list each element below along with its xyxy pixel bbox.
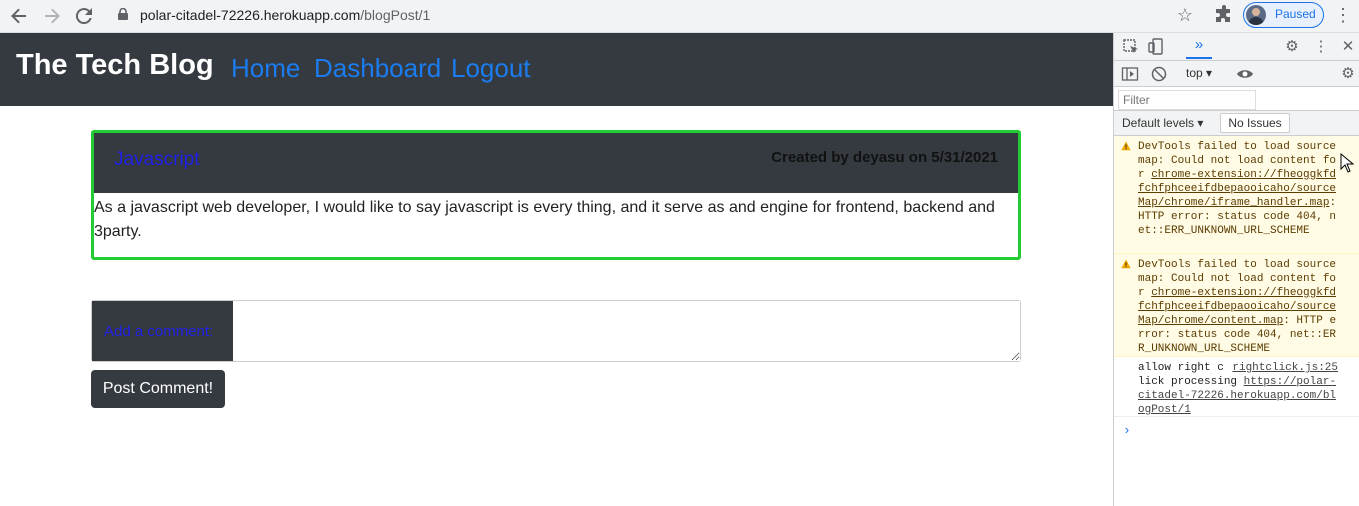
settings-icon[interactable]: ⚙	[1283, 38, 1301, 56]
console-message-warning: DevTools failed to load source map: Coul…	[1114, 136, 1359, 254]
mouse-cursor-icon	[1340, 153, 1354, 173]
back-icon[interactable]	[7, 4, 31, 28]
console-settings-icon[interactable]: ⚙	[1339, 65, 1357, 83]
close-icon[interactable]: ✕	[1339, 38, 1357, 56]
source-map-link[interactable]: chrome-extension://fheoggkfdfchfphceeifd…	[1138, 169, 1336, 209]
url-path: /blogPost/1	[360, 7, 431, 23]
message-text: DevTools failed to load source map: Coul…	[1138, 258, 1338, 356]
forward-icon[interactable]	[40, 4, 64, 28]
site-title: The Tech Blog	[16, 49, 214, 81]
more-options-icon[interactable]: ⋮	[1312, 38, 1330, 56]
console-message-log: rightclick.js:25 allow right click proces…	[1114, 357, 1359, 417]
browser-toolbar: polar-citadel-72226.herokuapp.com/blogPo…	[0, 0, 1359, 33]
web-page: The Tech Blog Home Dashboard Logout Java…	[0, 33, 1113, 506]
extensions-icon[interactable]	[1213, 4, 1235, 26]
filter-input[interactable]	[1118, 90, 1256, 110]
comment-input[interactable]	[233, 301, 1020, 361]
star-icon[interactable]: ☆	[1174, 4, 1196, 26]
console-message-warning: DevTools failed to load source map: Coul…	[1114, 254, 1359, 357]
more-tabs-icon[interactable]: »	[1186, 33, 1212, 59]
message-text: rightclick.js:25 allow right click proces…	[1138, 361, 1338, 417]
devtools-tabbar: » ⚙ ⋮ ✕	[1114, 33, 1359, 61]
profile-status: Paused	[1275, 7, 1316, 21]
issues-button[interactable]: No Issues	[1220, 113, 1290, 133]
console-toolbar: top ▾ ⚙	[1114, 61, 1359, 87]
post-comment-button[interactable]: Post Comment!	[91, 370, 225, 408]
log-levels-select[interactable]: Default levels ▾	[1122, 116, 1203, 130]
nav-home-link[interactable]: Home	[231, 53, 300, 84]
clear-console-icon[interactable]	[1150, 65, 1168, 83]
devtools-panel: » ⚙ ⋮ ✕ top ▾ ⚙ Default levels ▾ No Issu…	[1113, 33, 1359, 506]
nav-logout-link[interactable]: Logout	[451, 53, 531, 84]
post-header: Javascript Created by deyasu on 5/31/202…	[94, 133, 1018, 193]
comment-form: Add a comment:	[91, 300, 1021, 362]
url-text: polar-citadel-72226.herokuapp.com/blogPo…	[140, 7, 430, 23]
device-toolbar-icon[interactable]	[1148, 38, 1166, 56]
levels-bar: Default levels ▾ No Issues	[1114, 111, 1359, 136]
post-card: Javascript Created by deyasu on 5/31/202…	[91, 130, 1021, 260]
comment-label-text: Add a comment:	[104, 323, 214, 340]
site-header: The Tech Blog Home Dashboard Logout	[0, 33, 1113, 106]
post-body: As a javascript web developer, I would l…	[94, 199, 995, 240]
warning-icon	[1121, 141, 1131, 151]
message-prefix: allow right click processing	[1138, 362, 1244, 388]
source-file-link[interactable]: rightclick.js:25	[1232, 361, 1338, 375]
console-prompt-icon[interactable]: ›	[1123, 423, 1131, 438]
warning-icon	[1121, 259, 1131, 269]
post-title[interactable]: Javascript	[114, 149, 200, 171]
context-value: top	[1186, 66, 1203, 80]
nav-dashboard-link[interactable]: Dashboard	[314, 53, 441, 84]
post-meta: Created by deyasu on 5/31/2021	[771, 149, 998, 166]
menu-icon[interactable]: ⋮	[1334, 4, 1352, 26]
profile-button[interactable]: Paused	[1243, 2, 1324, 28]
comment-label: Add a comment:	[92, 301, 233, 361]
levels-label: Default levels	[1122, 116, 1195, 130]
eye-icon[interactable]	[1236, 65, 1254, 83]
reload-icon[interactable]	[72, 4, 96, 28]
context-select[interactable]: top ▾	[1186, 66, 1212, 80]
address-bar[interactable]: polar-citadel-72226.herokuapp.com/blogPo…	[106, 2, 1204, 28]
message-text: DevTools failed to load source map: Coul…	[1138, 140, 1338, 238]
inspect-element-icon[interactable]	[1122, 38, 1140, 56]
avatar	[1246, 5, 1266, 25]
url-host: polar-citadel-72226.herokuapp.com	[140, 7, 361, 23]
lock-icon[interactable]	[118, 8, 128, 20]
filter-bar	[1114, 87, 1359, 111]
sidebar-toggle-icon[interactable]	[1121, 65, 1139, 83]
